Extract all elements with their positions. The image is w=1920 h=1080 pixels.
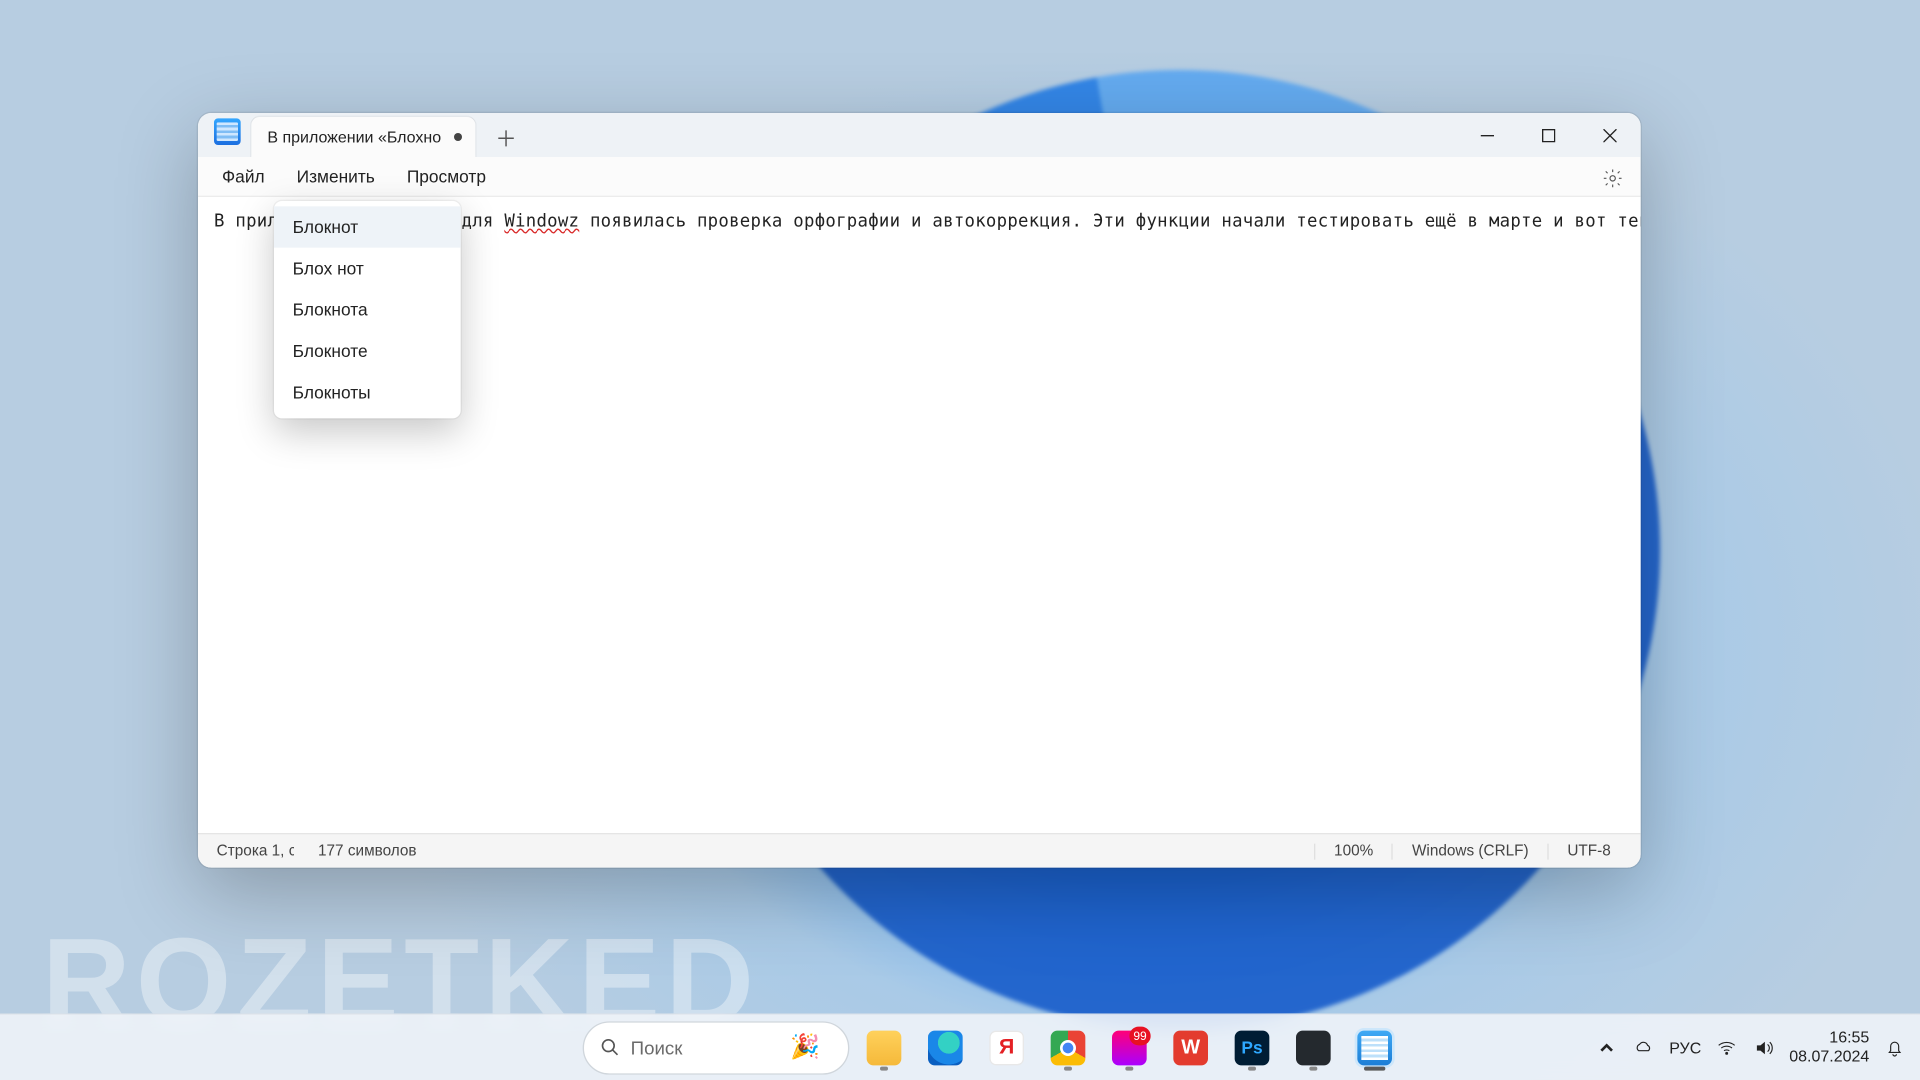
onedrive-icon[interactable] <box>1632 1035 1656 1059</box>
spellcheck-suggestions: Блокнот Блох нот Блокнота Блокноте Блокн… <box>274 201 461 418</box>
suggestion-item[interactable]: Блокнот <box>274 206 461 247</box>
modified-indicator-icon <box>454 133 462 141</box>
maximize-button[interactable] <box>1518 113 1579 157</box>
notifications-button[interactable] <box>1883 1035 1907 1059</box>
wps-icon: W <box>1173 1030 1208 1065</box>
taskbar-chrome[interactable] <box>1041 1021 1094 1074</box>
yandex-icon: Я <box>989 1030 1024 1065</box>
taskbar-wps[interactable]: W <box>1164 1021 1217 1074</box>
suggestion-item[interactable]: Блокноте <box>274 330 461 371</box>
taskbar-notepad[interactable] <box>1348 1021 1401 1074</box>
misspelled-word[interactable]: Windowz <box>504 212 579 232</box>
volume-icon[interactable] <box>1752 1035 1776 1059</box>
taskbar-photoshop[interactable]: Ps <box>1225 1021 1278 1074</box>
suggestion-item[interactable]: Блокноты <box>274 372 461 413</box>
suggestion-item[interactable]: Блох нот <box>274 248 461 289</box>
menu-file[interactable]: Файл <box>206 161 281 192</box>
close-button[interactable] <box>1579 113 1640 157</box>
system-tray: РУС 16:55 08.07.2024 <box>1595 1029 1907 1066</box>
taskbar-file-explorer[interactable] <box>857 1021 910 1074</box>
menu-view[interactable]: Просмотр <box>391 161 502 192</box>
notification-badge: 99 <box>1129 1026 1150 1045</box>
taskbar-telegram[interactable]: 99 <box>1103 1021 1156 1074</box>
file-explorer-icon <box>867 1030 902 1065</box>
taskbar-center: Поиск 🎉 Я 99 W Ps <box>519 1021 1402 1074</box>
gear-icon <box>1602 168 1623 189</box>
status-zoom[interactable]: 100% <box>1314 843 1392 859</box>
status-bar: Строка 1, столбец 1 177 символов 100% Wi… <box>198 833 1641 868</box>
app-icon <box>1296 1030 1331 1065</box>
new-tab-button[interactable]: ＋ <box>486 117 526 157</box>
start-icon <box>528 1030 563 1065</box>
settings-button[interactable] <box>1595 161 1630 196</box>
status-line-ending[interactable]: Windows (CRLF) <box>1392 843 1547 859</box>
wifi-icon[interactable] <box>1715 1035 1739 1059</box>
clock-date: 08.07.2024 <box>1789 1047 1869 1065</box>
taskbar: Поиск 🎉 Я 99 W Ps РУС 16:55 08.07.2024 <box>0 1013 1920 1080</box>
start-button[interactable] <box>519 1021 572 1074</box>
window-controls <box>1457 113 1641 157</box>
notepad-app-icon <box>214 118 241 145</box>
search-placeholder: Поиск <box>631 1037 683 1058</box>
menu-edit[interactable]: Изменить <box>281 161 391 192</box>
status-cursor-position: Строка 1, столбец 1 <box>217 843 294 859</box>
status-encoding[interactable]: UTF-8 <box>1547 843 1640 859</box>
search-highlights-icon[interactable]: 🎉 <box>776 1029 835 1066</box>
edge-icon <box>928 1030 963 1065</box>
chrome-icon <box>1051 1030 1086 1065</box>
taskbar-clock[interactable]: 16:55 08.07.2024 <box>1789 1029 1869 1066</box>
status-char-count: 177 символов <box>318 843 417 859</box>
clock-time: 16:55 <box>1789 1029 1869 1047</box>
taskbar-edge[interactable] <box>919 1021 972 1074</box>
window-titlebar[interactable]: В приложении «Блохнот» для Wi ＋ <box>198 113 1641 157</box>
suggestion-item[interactable]: Блокнота <box>274 289 461 330</box>
tab-title: В приложении «Блохнот» для Wi <box>267 128 440 147</box>
taskbar-app[interactable] <box>1287 1021 1340 1074</box>
minimize-button[interactable] <box>1457 113 1518 157</box>
search-icon <box>600 1037 620 1057</box>
language-indicator[interactable]: РУС <box>1669 1035 1701 1059</box>
tray-overflow-button[interactable] <box>1595 1035 1619 1059</box>
document-tab[interactable]: В приложении «Блохнот» для Wi <box>251 117 475 157</box>
text-fragment: появилась проверка орфографии и автокорр… <box>579 212 1640 232</box>
notepad-icon <box>1357 1030 1392 1065</box>
taskbar-yandex[interactable]: Я <box>980 1021 1033 1074</box>
menu-bar: Файл Изменить Просмотр <box>198 157 1641 197</box>
photoshop-icon: Ps <box>1235 1030 1270 1065</box>
taskbar-search[interactable]: Поиск 🎉 <box>583 1021 850 1074</box>
